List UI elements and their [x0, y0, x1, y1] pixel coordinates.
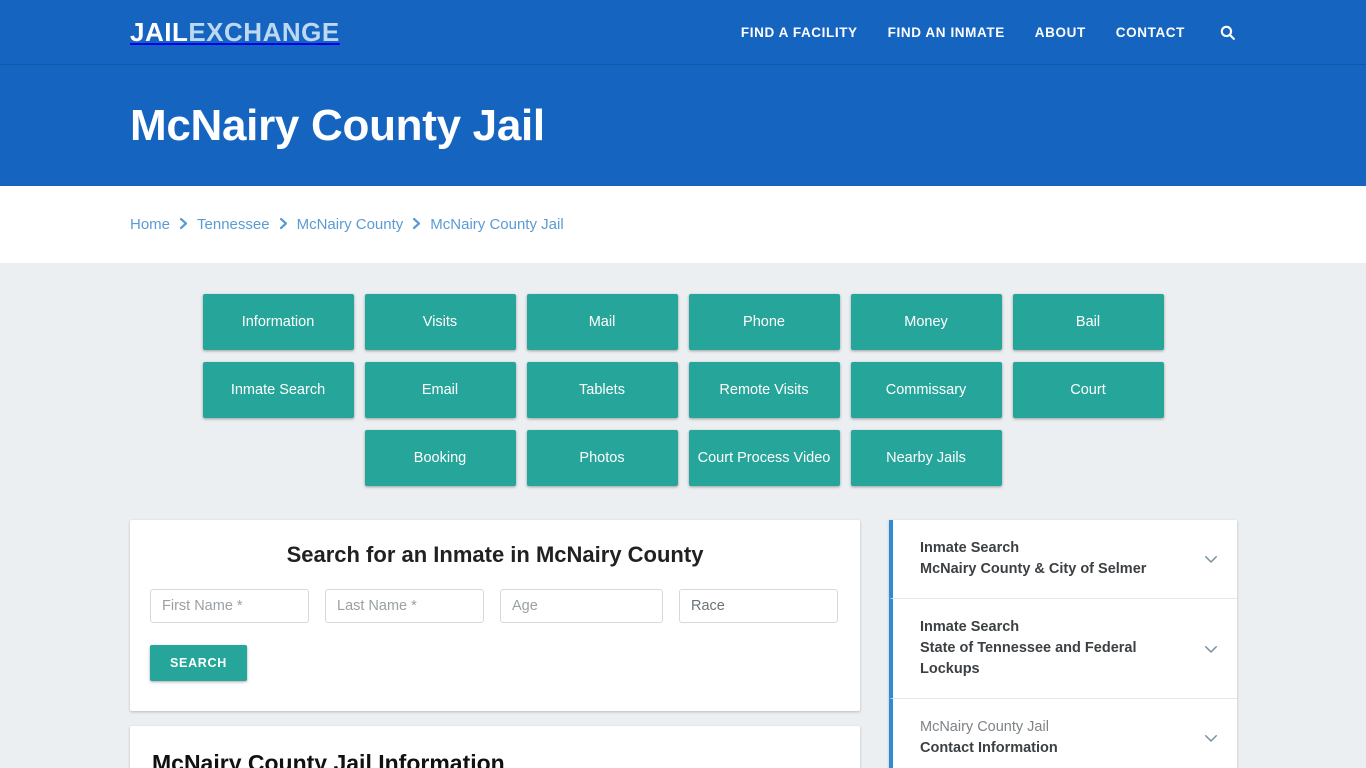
search-icon[interactable] [1219, 24, 1236, 41]
inmate-search-form: Race [150, 589, 840, 623]
content-columns: Search for an Inmate in McNairy County R… [130, 520, 1237, 768]
tile-court[interactable]: Court [1012, 362, 1164, 418]
tile-phone[interactable]: Phone [688, 294, 840, 350]
last-name-input[interactable] [325, 589, 484, 623]
breadcrumb: Home Tennessee McNairy County McNairy Co… [130, 216, 564, 233]
tile-inmate-search[interactable]: Inmate Search [202, 362, 354, 418]
jail-information-heading: McNairy County Jail Information [152, 750, 505, 768]
page-hero: McNairy County Jail [0, 65, 1366, 186]
breadcrumb-item-tennessee[interactable]: Tennessee [197, 216, 270, 233]
inmate-search-card: Search for an Inmate in McNairy County R… [130, 520, 860, 711]
sidebar-column: Inmate Search McNairy County & City of S… [889, 520, 1237, 768]
age-input[interactable] [500, 589, 663, 623]
accordion-item-contact-information[interactable]: McNairy County Jail Contact Information [889, 699, 1237, 768]
accordion-line-1: Inmate Search [920, 619, 1020, 636]
accordion-line-1: McNairy County Jail [920, 719, 1049, 736]
tile-remote-visits[interactable]: Remote Visits [688, 362, 840, 418]
breadcrumb-item-home[interactable]: Home [130, 216, 170, 233]
tile-booking[interactable]: Booking [364, 430, 516, 486]
chevron-right-icon [179, 217, 188, 232]
facility-section-tiles: Information Visits Mail Phone Money Bail… [133, 263, 1233, 486]
tile-bail[interactable]: Bail [1012, 294, 1164, 350]
logo-text-primary: JAIL [130, 16, 189, 47]
page-body: Information Visits Mail Phone Money Bail… [0, 263, 1366, 768]
nav-item-find-an-inmate[interactable]: FIND AN INMATE [888, 25, 1005, 40]
accordion-item-label: Inmate Search McNairy County & City of S… [920, 538, 1192, 580]
tile-email[interactable]: Email [364, 362, 516, 418]
tile-tablets[interactable]: Tablets [526, 362, 678, 418]
accordion-item-label: McNairy County Jail Contact Information [920, 717, 1192, 759]
breadcrumb-bar: Home Tennessee McNairy County McNairy Co… [0, 186, 1366, 263]
breadcrumb-item-mcnairy-county[interactable]: McNairy County [297, 216, 404, 233]
page-title: McNairy County Jail [130, 100, 545, 150]
chevron-down-icon[interactable] [1202, 640, 1220, 658]
accordion-line-2: McNairy County & City of Selmer [920, 561, 1147, 578]
accordion-item-inmate-search-state-federal[interactable]: Inmate Search State of Tennessee and Fed… [889, 599, 1237, 700]
tile-visits[interactable]: Visits [364, 294, 516, 350]
tile-money[interactable]: Money [850, 294, 1002, 350]
accordion-item-inmate-search-county[interactable]: Inmate Search McNairy County & City of S… [889, 520, 1237, 600]
race-select[interactable]: Race [679, 589, 838, 623]
nav-item-contact[interactable]: CONTACT [1116, 25, 1185, 40]
search-button[interactable]: SEARCH [150, 645, 247, 681]
tile-mail[interactable]: Mail [526, 294, 678, 350]
jail-information-card: McNairy County Jail Information [130, 726, 860, 768]
accordion-line-2: Contact Information [920, 740, 1058, 757]
breadcrumb-item-mcnairy-county-jail[interactable]: McNairy County Jail [430, 216, 563, 233]
main-column: Search for an Inmate in McNairy County R… [130, 520, 860, 768]
nav-item-find-a-facility[interactable]: FIND A FACILITY [741, 25, 858, 40]
first-name-input[interactable] [150, 589, 309, 623]
accordion-line-2: State of Tennessee and Federal Lockups [920, 640, 1137, 678]
inmate-search-heading: Search for an Inmate in McNairy County [286, 542, 704, 567]
top-navigation-bar: JAILEXCHANGE FIND A FACILITY FIND AN INM… [0, 0, 1366, 65]
nav-item-about[interactable]: ABOUT [1035, 25, 1086, 40]
tile-nearby-jails[interactable]: Nearby Jails [850, 430, 1002, 486]
logo-text-secondary: EXCHANGE [188, 16, 340, 47]
accordion-item-label: Inmate Search State of Tennessee and Fed… [920, 617, 1192, 680]
accordion-line-1: Inmate Search [920, 540, 1020, 556]
tile-commissary[interactable]: Commissary [850, 362, 1002, 418]
chevron-down-icon[interactable] [1202, 729, 1220, 747]
chevron-right-icon [412, 217, 421, 232]
nav-links-group: FIND A FACILITY FIND AN INMATE ABOUT CON… [741, 24, 1236, 41]
tile-court-process-video[interactable]: Court Process Video [688, 430, 840, 486]
chevron-down-icon[interactable] [1202, 550, 1220, 568]
tile-information[interactable]: Information [202, 294, 354, 350]
sidebar-accordion: Inmate Search McNairy County & City of S… [889, 520, 1237, 768]
tile-photos[interactable]: Photos [526, 430, 678, 486]
site-logo[interactable]: JAILEXCHANGE [130, 17, 340, 48]
chevron-right-icon [279, 217, 288, 232]
